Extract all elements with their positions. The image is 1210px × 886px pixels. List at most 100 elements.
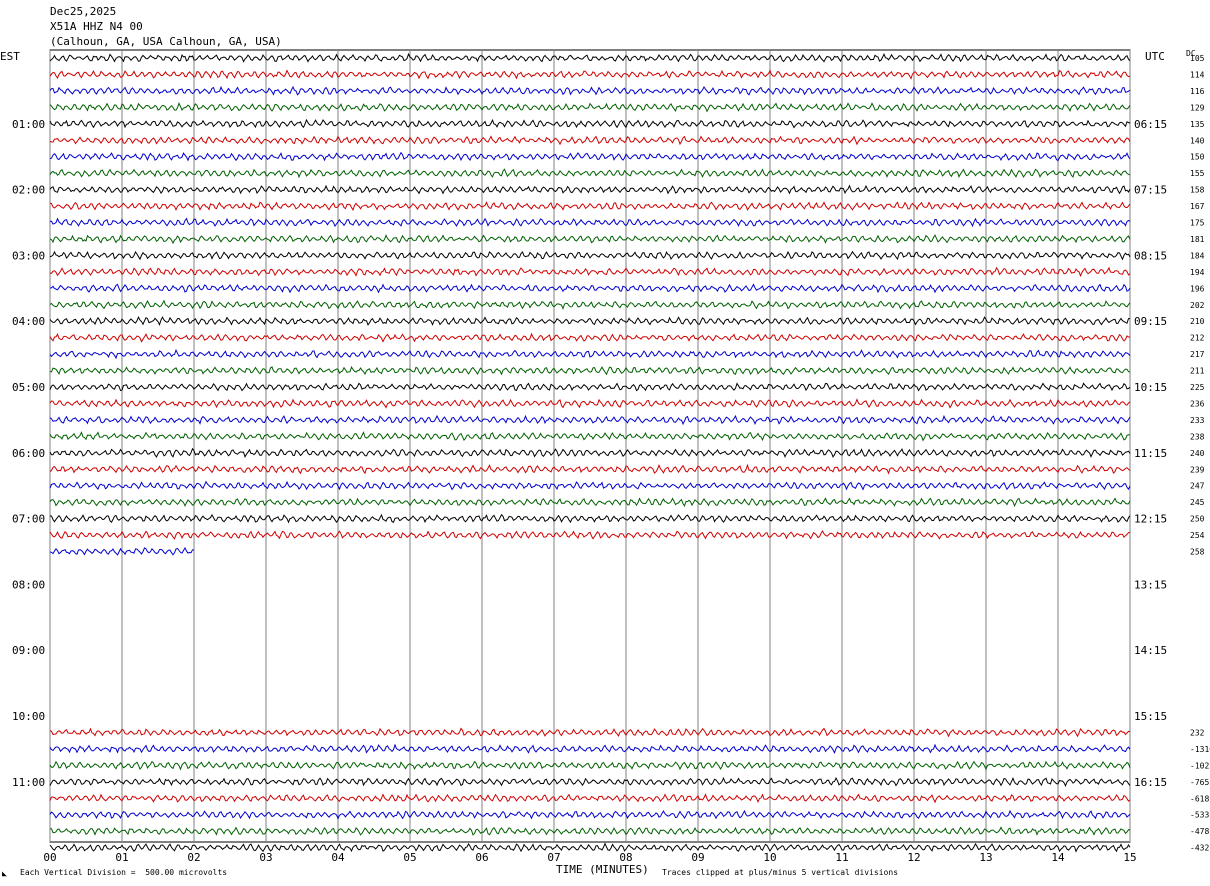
seismic-trace (49, 348, 1131, 360)
dc-offset-label: -478 (1190, 827, 1209, 836)
seismic-trace (49, 414, 1131, 426)
est-hour-label: 09:00 (12, 644, 45, 657)
dc-offset-label: 196 (1190, 284, 1205, 293)
dc-offset-label: -765 (1190, 778, 1209, 787)
x-tick-label: 01 (115, 851, 128, 864)
dc-offset-label: 258 (1190, 548, 1205, 557)
seismic-trace (49, 480, 1131, 491)
dc-offset-label: 247 (1190, 482, 1205, 491)
dc-offset-label: 175 (1190, 219, 1205, 228)
seismic-trace (49, 365, 1131, 376)
x-tick-label: 14 (1051, 851, 1065, 864)
x-tick-label: 03 (259, 851, 272, 864)
dc-offset-label: 140 (1190, 136, 1205, 145)
seismic-trace (49, 266, 1131, 278)
utc-hour-label: 13:15 (1134, 578, 1167, 591)
seismic-trace (49, 101, 1131, 113)
dc-offset-label: 158 (1190, 186, 1205, 195)
seismic-trace (49, 52, 1131, 63)
dc-offset-label: 150 (1190, 153, 1205, 162)
scale-marker-icon: ◣ (2, 869, 7, 878)
est-hour-label: 08:00 (12, 578, 45, 591)
seismic-trace (49, 530, 1131, 540)
seismic-trace (49, 398, 1131, 409)
dc-offset-label: 211 (1190, 367, 1205, 376)
seismic-trace (49, 793, 1131, 804)
seismic-trace (49, 85, 1131, 96)
dc-offset-label: 232 (1190, 728, 1205, 737)
dc-offset-label: 239 (1190, 465, 1205, 474)
seismic-trace (49, 842, 1131, 853)
dc-offset-label: 167 (1190, 202, 1205, 211)
seismic-trace (49, 151, 1131, 162)
dc-offset-label: 245 (1190, 498, 1205, 507)
est-hour-label: 06:00 (12, 447, 45, 460)
seismic-trace (49, 727, 1131, 738)
est-hour-label: 03:00 (12, 249, 45, 262)
seismic-trace (50, 826, 1131, 836)
utc-hour-label: 09:15 (1134, 315, 1167, 328)
seismic-trace (49, 299, 1131, 311)
dc-offset-label: 116 (1190, 87, 1205, 96)
utc-hour-label: 14:15 (1134, 644, 1167, 657)
dc-offset-label: 184 (1190, 251, 1205, 260)
est-hour-label: 07:00 (12, 513, 45, 526)
seismic-trace (49, 316, 1130, 327)
vertical-division-scale: Each Vertical Division = 500.00 microvol… (20, 868, 228, 877)
est-hour-label: 04:00 (12, 315, 45, 328)
est-hour-label: 05:00 (12, 381, 45, 394)
est-hour-label: 11:00 (12, 776, 45, 789)
est-hour-label: 01:00 (12, 118, 45, 131)
x-tick-label: 12 (907, 851, 920, 864)
x-axis-title: TIME (MINUTES) (556, 863, 649, 876)
seismic-trace (49, 135, 1131, 146)
utc-hour-label: 15:15 (1134, 710, 1167, 723)
dc-offset-label: 236 (1190, 399, 1205, 408)
seismic-trace (49, 463, 1131, 475)
seismic-trace (49, 743, 1131, 754)
dc-offset-label: -432 (1190, 844, 1209, 853)
dc-offset-label: -533 (1190, 811, 1209, 820)
seismic-trace (49, 809, 1131, 820)
dc-offset-label: 254 (1190, 531, 1205, 540)
helicorder-plot: 00 01 02 03 04 05 06 07 08 09 10 11 12 13 14 1510511411… (12, 49, 1210, 864)
seismic-trace (49, 201, 1131, 212)
dc-offset-label: -618 (1190, 794, 1209, 803)
dc-offset-label: 250 (1190, 515, 1205, 524)
clip-note: Traces clipped at plus/minus 5 vertical … (662, 868, 899, 877)
seismic-trace (49, 283, 1131, 294)
utc-hour-label: 07:15 (1134, 184, 1167, 197)
seismic-trace (49, 447, 1131, 459)
seismic-trace (49, 382, 1131, 392)
dc-offset-label: 155 (1190, 169, 1205, 178)
utc-hour-label: 08:15 (1134, 249, 1167, 262)
utc-hour-label: 10:15 (1134, 381, 1167, 394)
utc-hour-label: 11:15 (1134, 447, 1167, 460)
dc-offset-label: 210 (1190, 317, 1205, 326)
dc-offset-label: -1310 (1190, 745, 1210, 754)
dc-offset-label: 217 (1190, 350, 1205, 359)
x-tick-label: 11 (835, 851, 848, 864)
dc-offset-label: 212 (1190, 334, 1205, 343)
seismic-trace (49, 184, 1131, 195)
est-hour-label: 10:00 (12, 710, 45, 723)
seismic-trace (49, 168, 1131, 179)
seismic-trace (49, 217, 1131, 228)
x-tick-label: 13 (979, 851, 992, 864)
seismic-trace (49, 234, 1131, 245)
dc-offset-label: 105 (1190, 54, 1205, 63)
x-tick-label: 00 (43, 851, 56, 864)
dc-offset-label: -1022 (1190, 761, 1210, 770)
x-tick-label: 15 (1123, 851, 1136, 864)
seismic-trace (49, 760, 1131, 771)
dc-offset-label: 135 (1190, 120, 1205, 129)
x-tick-label: 10 (763, 851, 776, 864)
utc-hour-label: 12:15 (1134, 513, 1167, 526)
utc-hour-label: 06:15 (1134, 118, 1167, 131)
dc-offset-label: 238 (1190, 432, 1205, 441)
dc-offset-label: 129 (1190, 103, 1205, 112)
utc-hour-label: 16:15 (1134, 776, 1167, 789)
x-tick-label: 05 (403, 851, 416, 864)
x-tick-label: 04 (331, 851, 345, 864)
seismic-trace (49, 118, 1131, 129)
